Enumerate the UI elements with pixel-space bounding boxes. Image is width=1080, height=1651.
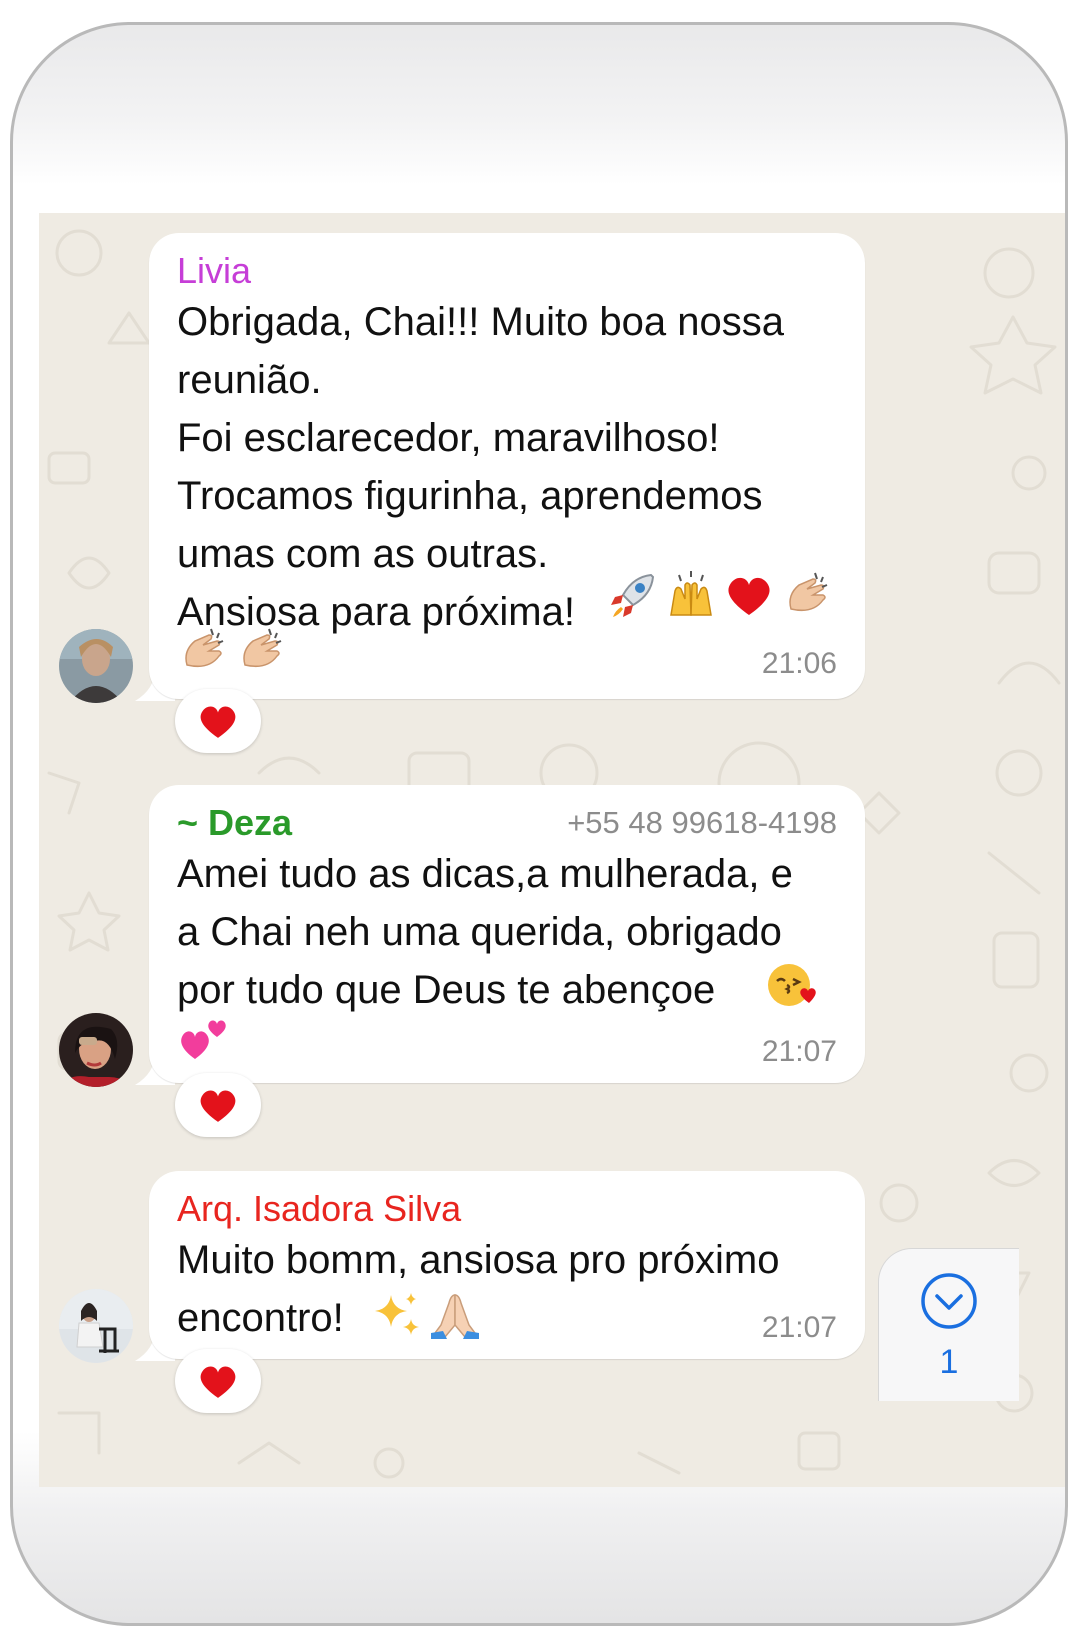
rocket-emoji	[611, 573, 655, 617]
emoji-row-1	[765, 959, 817, 1011]
message-timestamp: 21:07	[761, 1035, 837, 1068]
reaction-badge[interactable]	[175, 689, 261, 753]
clapping-hands-emoji	[243, 628, 282, 668]
raised-hands-emoji	[670, 571, 712, 616]
sender-name[interactable]: Arq. Isadora Silva	[177, 1187, 461, 1231]
clapping-hands-emoji	[185, 628, 224, 668]
folded-hands-emoji	[431, 1294, 479, 1339]
message-text: Amei tudo as dicas,a mulherada, e a Chai…	[177, 852, 793, 1012]
emoji-row-2	[177, 1013, 229, 1065]
reaction-badge[interactable]	[175, 1349, 261, 1413]
clapping-hands-emoji	[789, 572, 828, 612]
scroll-to-bottom-button[interactable]: 1	[878, 1248, 1019, 1401]
reaction-badge[interactable]	[175, 1073, 261, 1137]
emoji-row-2	[177, 625, 287, 677]
avatar-deza[interactable]	[59, 1013, 133, 1087]
message-bubble-deza[interactable]: ~ Deza +55 48 99618-4198 Amei tudo as di…	[149, 785, 865, 1083]
chevron-down-circle-icon	[921, 1273, 977, 1329]
avatar-isadora[interactable]	[59, 1289, 133, 1363]
emoji-row-1	[371, 1289, 481, 1341]
sender-name[interactable]: Livia	[177, 249, 251, 293]
sender-phone[interactable]: +55 48 99618-4198	[567, 805, 837, 841]
red-heart-emoji	[200, 1090, 236, 1122]
sender-name[interactable]: ~ Deza	[177, 801, 292, 845]
red-heart-emoji	[728, 577, 770, 615]
message-timestamp: 21:06	[761, 647, 837, 680]
red-heart-emoji	[200, 1366, 236, 1398]
phone-frame: Livia Obrigada, Chai!!! Muito boa nossa …	[10, 22, 1068, 1626]
face-blowing-kiss-emoji	[768, 964, 816, 1006]
sparkles-emoji	[375, 1293, 419, 1335]
message-bubble-isadora[interactable]: Arq. Isadora Silva Muito bomm, ansiosa p…	[149, 1171, 865, 1359]
avatar-livia[interactable]	[59, 629, 133, 703]
message-bubble-livia[interactable]: Livia Obrigada, Chai!!! Muito boa nossa …	[149, 233, 865, 699]
unread-count: 1	[939, 1343, 959, 1381]
message-timestamp: 21:07	[761, 1311, 837, 1344]
emoji-row-1	[607, 569, 833, 621]
two-hearts-emoji	[181, 1020, 226, 1059]
red-heart-emoji	[200, 706, 236, 738]
